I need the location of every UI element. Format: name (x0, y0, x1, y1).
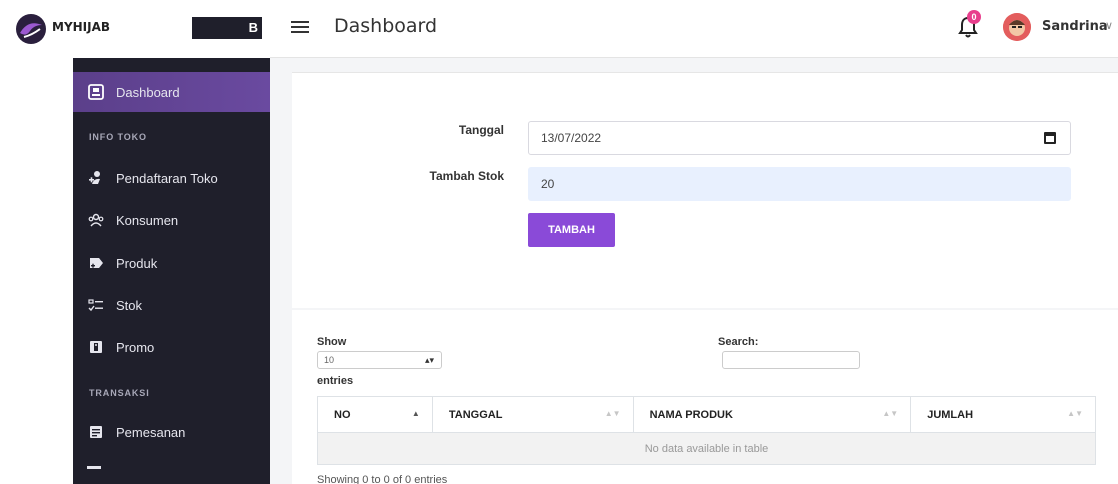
sort-icon: ▲▼ (604, 409, 621, 418)
brand[interactable]: MYHIJAB B LAMSEL (0, 0, 270, 58)
sidebar-item-label: Promo (116, 339, 155, 355)
table-info: Showing 0 to 0 of 0 entries (317, 474, 448, 484)
sidebar: Dashboard INFO TOKO Pendaftaran Toko Kon… (73, 58, 270, 484)
sidebar-item-pemesanan[interactable]: Pemesanan (73, 412, 270, 452)
sort-icon: ▲▼ (882, 409, 899, 418)
column-header-no[interactable]: NO ▲ (317, 396, 433, 433)
empty-message: No data available in table (317, 432, 1096, 465)
sidebar-item-produk[interactable]: Produk (73, 243, 270, 283)
page-title: Dashboard (334, 15, 438, 37)
users-icon (87, 211, 105, 229)
notification-badge: 0 (967, 10, 981, 24)
sidebar-item-label: Dashboard (116, 84, 180, 100)
sidebar-item-promo[interactable]: Promo (73, 327, 270, 367)
brand-name: MYHIJAB (52, 20, 111, 34)
stock-input[interactable]: 20 (528, 167, 1071, 201)
stock-label: Tambah Stok (429, 169, 504, 183)
show-label: Show (317, 336, 347, 348)
user-plus-icon (87, 169, 105, 187)
table-header-row: NO ▲ TANGGAL ▲▼ NAMA PRODUK ▲▼ JUMLAH ▲▼ (317, 396, 1096, 433)
stock-form-card: Tanggal 13/07/2022 Tambah Stok 20 TAMBAH (292, 72, 1118, 308)
column-header-tanggal[interactable]: TANGGAL ▲▼ (431, 396, 634, 433)
main-content: Tanggal 13/07/2022 Tambah Stok 20 TAMBAH… (270, 58, 1118, 484)
entries-label: entries (317, 375, 354, 387)
sidebar-item-label: Pemesanan (116, 424, 186, 440)
calendar-icon[interactable] (1044, 132, 1056, 144)
sidebar-item-stok[interactable]: Stok (73, 285, 270, 325)
sort-icon: ▲▼ (1067, 409, 1083, 418)
sidebar-item-dashboard[interactable]: Dashboard (73, 72, 270, 112)
page-size-select[interactable]: 10 ▴▾ (317, 351, 442, 369)
list-check-icon (87, 296, 105, 314)
date-label: Tanggal (458, 123, 504, 137)
product-icon (87, 254, 105, 272)
sidebar-item-label: Konsumen (116, 212, 179, 228)
user-name[interactable]: Sandrina (1042, 19, 1108, 34)
top-bar: MYHIJAB B LAMSEL Dashboard 0 Sandrina ∨ (0, 0, 1118, 58)
chevron-down-icon[interactable]: ∨ (1105, 19, 1113, 32)
stock-table: NO ▲ TANGGAL ▲▼ NAMA PRODUK ▲▼ JUMLAH ▲▼ (317, 396, 1096, 465)
sidebar-section-info-toko: INFO TOKO (89, 132, 147, 142)
table-row: No data available in table (317, 432, 1096, 465)
column-header-nama-produk[interactable]: NAMA PRODUK ▲▼ (632, 396, 912, 433)
sidebar-item-pendaftaran-toko[interactable]: Pendaftaran Toko (73, 158, 270, 198)
sidebar-item-label: Stok (116, 297, 143, 313)
stock-value: 20 (541, 177, 555, 191)
stock-table-card: Show 10 ▴▾ entries Search: NO ▲ TANGGAL … (292, 310, 1118, 484)
brand-logo-icon (16, 14, 46, 44)
order-icon (87, 423, 105, 441)
date-input[interactable]: 13/07/2022 (528, 121, 1071, 155)
sort-asc-icon: ▲ (411, 409, 420, 418)
search-label: Search: (718, 336, 759, 348)
menu-toggle-icon[interactable] (291, 18, 311, 38)
sidebar-section-transaksi: TRANSAKSI (89, 388, 150, 398)
sidebar-item-partial-icon (87, 466, 101, 469)
search-input[interactable] (722, 351, 860, 369)
promo-icon (87, 338, 105, 356)
column-header-jumlah[interactable]: JUMLAH ▲▼ (910, 396, 1096, 433)
sidebar-item-konsumen[interactable]: Konsumen (73, 200, 270, 240)
sidebar-item-label: Produk (116, 255, 158, 271)
page-size-value: 10 (324, 355, 335, 365)
store-name: B LAMSEL (192, 17, 262, 39)
dashboard-icon (87, 83, 105, 101)
date-value: 13/07/2022 (541, 131, 602, 145)
select-arrows-icon: ▴▾ (424, 355, 434, 365)
avatar[interactable] (1003, 13, 1031, 41)
tambah-button[interactable]: TAMBAH (528, 213, 615, 247)
sidebar-item-label: Pendaftaran Toko (116, 170, 218, 186)
